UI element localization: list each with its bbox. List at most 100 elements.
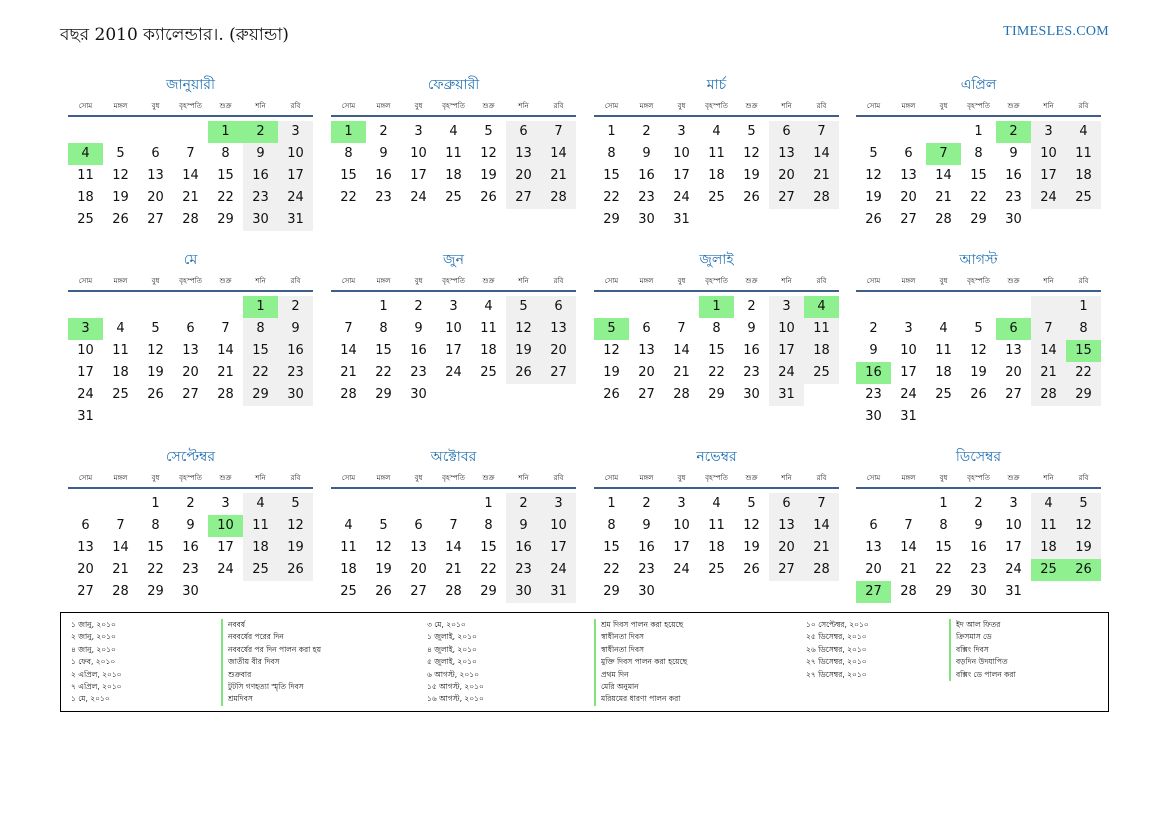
weekday-label: বৃহস্পতি	[705, 474, 728, 482]
weekday-label: মঙ্গল	[639, 102, 654, 110]
weekday-label: শনি	[1043, 102, 1054, 110]
day-cell: 24	[541, 559, 576, 581]
weekday-label: শুক্র	[219, 102, 232, 110]
empty-cell	[103, 493, 138, 515]
holiday-cell: 1	[208, 121, 243, 143]
weekday-label: সোম	[78, 102, 93, 110]
day-cell: 25	[243, 559, 278, 581]
day-cell: 2	[974, 496, 983, 511]
day-cell: 26	[865, 212, 882, 227]
day-cell: 14	[112, 540, 129, 555]
month-block: আগস্ট সোম মঙ্গল বুধ বৃহস্পতি শুক্র শনি রবি 1 2 3 4 5…	[856, 249, 1101, 428]
day-cell: 17	[1005, 540, 1022, 555]
day-cell: 29	[935, 584, 952, 599]
weekday-label: শনি	[781, 102, 792, 110]
day-cell: 23	[182, 562, 199, 577]
empty-cell	[961, 296, 996, 318]
day-cell: 13	[638, 343, 655, 358]
day-cell: 4	[116, 321, 125, 336]
holiday-cell: 5	[594, 318, 629, 340]
day-cell: 5	[116, 146, 125, 161]
day-cell: 13	[410, 540, 427, 555]
weekday-label: বৃহস্পতি	[705, 277, 728, 285]
empty-cell	[996, 296, 1031, 318]
day-cell: 13	[506, 143, 541, 165]
month-block: ফেব্রুয়ারী সোম মঙ্গল বুধ বৃহস্পতি শুক্র শনি রব…	[331, 74, 576, 209]
day-cell: 29	[217, 212, 234, 227]
day-cell: 2	[379, 124, 388, 139]
day-cell: 23	[638, 190, 655, 205]
holiday-entry: প্রথম দিন	[601, 669, 629, 679]
day-cell: 17	[769, 340, 804, 362]
day-cell: 24	[445, 365, 462, 380]
day-cell: 10	[410, 146, 427, 161]
day-cell: 14	[900, 540, 917, 555]
day-cell: 21	[804, 537, 839, 559]
day-cell: 22	[243, 362, 278, 384]
day-cell: 29	[147, 584, 164, 599]
weekday-label: সোম	[866, 474, 881, 482]
day-cell: 21	[541, 165, 576, 187]
weekday-label: সোম	[866, 277, 881, 285]
day-cell: 10	[673, 146, 690, 161]
day-cell: 9	[278, 318, 313, 340]
day-cell: 7	[541, 121, 576, 143]
weekday-label: বুধ	[414, 102, 423, 110]
weekday-header: সোম মঙ্গল বুধ বৃহস্পতি শুক্র শনি রবি	[856, 98, 1101, 117]
day-cell: 27	[77, 584, 94, 599]
day-cell: 30	[243, 209, 278, 231]
weekday-label: বুধ	[677, 474, 686, 482]
day-cell: 25	[935, 387, 952, 402]
weekday-label: রবি	[553, 102, 564, 110]
day-cell: 25	[77, 212, 94, 227]
day-cell: 27	[769, 559, 804, 581]
day-cell: 22	[340, 190, 357, 205]
holiday-entry: ৫ জুলাই, ২০১০	[427, 657, 477, 667]
weekday-label: শুক্র	[482, 102, 495, 110]
day-cell: 30	[865, 409, 882, 424]
day-cell: 2	[278, 296, 313, 318]
day-cell: 14	[182, 168, 199, 183]
day-cell: 2	[642, 496, 651, 511]
weekday-header: সোম মঙ্গল বুধ বৃহস্পতি শুক্র শনি রবি	[856, 273, 1101, 292]
day-cell: 16	[375, 168, 392, 183]
day-cell: 21	[112, 562, 129, 577]
day-cell: 24	[77, 387, 94, 402]
day-grid: 1 2 3 4 5 6 7 8 9 10 11 12 13 14 15 16 17 18 19 20 21 22 23 24 2…	[856, 121, 1101, 231]
day-cell: 19	[112, 190, 129, 205]
day-grid: 1 2 3 4 5 6 7 8 9 10 11 12 13 14 15 16 17 18 19 20 21 22 23 24 2…	[594, 493, 839, 603]
day-cell: 20	[541, 340, 576, 362]
month-block: সেপ্টেম্বর সোম মঙ্গল বুধ বৃহস্পতি শুক্র শনি রবি…	[68, 446, 313, 603]
day-cell: 20	[182, 365, 199, 380]
day-cell: 3	[449, 299, 458, 314]
holiday-cell: 1	[699, 296, 734, 318]
weekday-label: শনি	[255, 474, 266, 482]
day-cell: 9	[186, 518, 195, 533]
day-cell: 5	[869, 146, 878, 161]
day-cell: 27	[1005, 387, 1022, 402]
day-cell: 11	[340, 540, 357, 555]
day-cell: 8	[1066, 318, 1101, 340]
site-link[interactable]: TIMESLES.COM	[1003, 24, 1109, 40]
holiday-entry: ২ এপ্রিল, ২০১০	[71, 669, 122, 679]
holiday-cell: 7	[926, 143, 961, 165]
day-cell: 4	[1031, 493, 1066, 515]
holiday-cell: 15	[1066, 340, 1101, 362]
day-cell: 3	[904, 321, 913, 336]
day-cell: 18	[243, 537, 278, 559]
empty-cell	[926, 121, 961, 143]
weekday-label: মঙ্গল	[376, 277, 391, 285]
weekday-label: রবি	[1078, 102, 1089, 110]
day-cell: 19	[480, 168, 497, 183]
day-cell: 3	[278, 121, 313, 143]
day-cell: 21	[900, 562, 917, 577]
empty-cell	[891, 121, 926, 143]
day-cell: 28	[900, 584, 917, 599]
day-cell: 4	[712, 124, 721, 139]
weekday-label: মঙ্গল	[639, 277, 654, 285]
day-cell: 28	[1031, 384, 1066, 406]
day-cell: 25	[340, 584, 357, 599]
day-cell: 15	[935, 540, 952, 555]
day-cell: 26	[480, 190, 497, 205]
weekday-label: বুধ	[677, 277, 686, 285]
